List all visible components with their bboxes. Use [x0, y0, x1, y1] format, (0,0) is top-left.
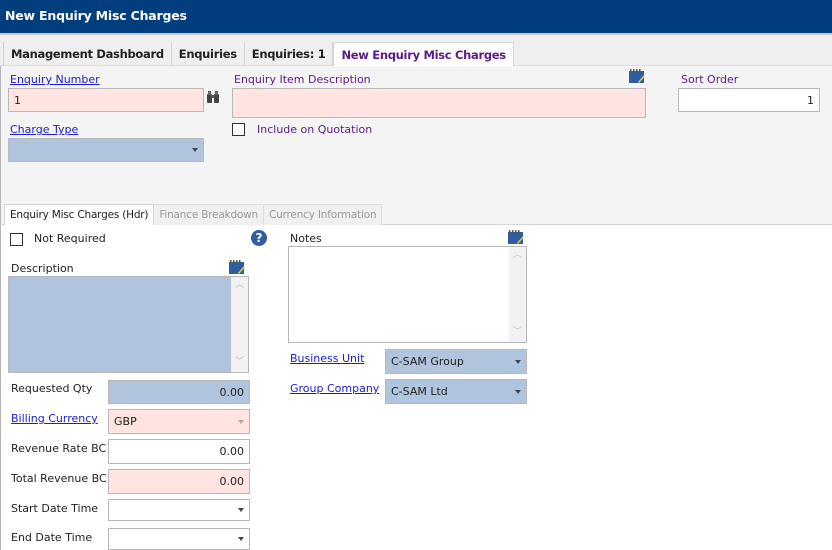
- end-date-time-label: End Date Time: [11, 531, 93, 544]
- revenue-rate-bc-label: Revenue Rate BC: [11, 442, 107, 455]
- total-revenue-bc-value: 0.00: [219, 475, 245, 488]
- group-company-label[interactable]: Group Company: [290, 382, 379, 395]
- notes-textarea[interactable]: ︿ ﹀: [288, 246, 527, 343]
- scroll-up-icon[interactable]: ︿: [235, 281, 244, 290]
- chevron-down-icon[interactable]: [238, 508, 244, 512]
- enquiry-item-description-field[interactable]: [232, 88, 646, 118]
- chevron-down-icon[interactable]: [238, 537, 244, 541]
- enquiry-number-value: 1: [14, 93, 21, 107]
- binoculars-icon[interactable]: [206, 90, 220, 104]
- start-date-time-picker[interactable]: [108, 499, 250, 521]
- header-form: Enquiry Number 1 Enquiry Item Descriptio…: [0, 66, 832, 203]
- sort-order-label: Sort Order: [681, 73, 739, 86]
- requested-qty-field[interactable]: 0.00: [108, 380, 250, 404]
- group-company-dropdown[interactable]: C-SAM Ltd: [385, 379, 527, 404]
- include-on-quotation-label: Include on Quotation: [257, 123, 373, 136]
- business-unit-dropdown[interactable]: C-SAM Group: [385, 349, 527, 374]
- chevron-down-icon: [192, 148, 198, 152]
- description-textarea[interactable]: ︿ ﹀: [8, 276, 249, 373]
- charge-type-dropdown[interactable]: [8, 138, 204, 162]
- billing-currency-value: GBP: [114, 415, 137, 428]
- start-date-time-label: Start Date Time: [11, 502, 99, 515]
- tab-enquiries[interactable]: Enquiries: [172, 42, 245, 67]
- notes-scrollbar[interactable]: ︿ ﹀: [509, 247, 526, 342]
- tab-enquiry-misc-charges-hdr[interactable]: Enquiry Misc Charges (Hdr): [4, 204, 155, 226]
- requested-qty-label: Requested Qty: [11, 382, 93, 395]
- billing-currency-label[interactable]: Billing Currency: [11, 412, 98, 425]
- detail-tab-strip: Enquiry Misc Charges (Hdr) Finance Break…: [0, 203, 832, 226]
- sort-order-value: 1: [807, 93, 814, 107]
- total-revenue-bc-label: Total Revenue BC: [11, 472, 107, 485]
- top-tab-strip: Management Dashboard Enquiries Enquiries…: [0, 33, 832, 68]
- detail-panel: Not Required ? Description ︿ ﹀ Requested…: [0, 225, 832, 550]
- window-title: New Enquiry Misc Charges: [0, 0, 832, 33]
- notes-label: Notes: [290, 232, 322, 245]
- enquiry-number-label[interactable]: Enquiry Number: [10, 73, 100, 86]
- billing-currency-dropdown[interactable]: GBP: [108, 409, 250, 434]
- charge-type-label[interactable]: Charge Type: [10, 123, 78, 136]
- tab-finance-breakdown[interactable]: Finance Breakdown: [154, 204, 265, 225]
- revenue-rate-bc-field[interactable]: 0.00: [108, 439, 250, 464]
- scroll-down-icon[interactable]: ﹀: [235, 358, 244, 367]
- scroll-up-icon[interactable]: ︿: [513, 251, 522, 260]
- sort-order-field[interactable]: 1: [678, 88, 820, 112]
- not-required-checkbox[interactable]: [10, 233, 23, 246]
- end-date-time-picker[interactable]: [108, 528, 250, 550]
- business-unit-value: C-SAM Group: [391, 355, 464, 368]
- tab-currency-information[interactable]: Currency Information: [264, 204, 383, 225]
- group-company-value: C-SAM Ltd: [391, 385, 448, 398]
- chevron-down-icon: [515, 359, 521, 364]
- chevron-down-icon: [238, 419, 244, 424]
- scroll-down-icon[interactable]: ﹀: [513, 328, 522, 337]
- enquiry-item-description-label: Enquiry Item Description: [234, 73, 371, 86]
- chevron-down-icon: [515, 389, 521, 394]
- enquiry-number-field[interactable]: 1: [8, 88, 204, 112]
- tab-management-dashboard[interactable]: Management Dashboard: [4, 42, 172, 67]
- notepad-edit-icon[interactable]: [229, 260, 245, 274]
- question-icon[interactable]: ?: [251, 230, 267, 246]
- business-unit-label[interactable]: Business Unit: [290, 352, 364, 365]
- description-label: Description: [11, 262, 74, 275]
- include-on-quotation-checkbox[interactable]: [232, 123, 245, 136]
- notepad-edit-icon[interactable]: [508, 230, 524, 244]
- revenue-rate-bc-value: 0.00: [219, 445, 245, 458]
- description-scrollbar[interactable]: ︿ ﹀: [231, 277, 248, 372]
- tab-enquiries-1[interactable]: Enquiries: 1: [245, 42, 334, 67]
- tab-new-enquiry-misc-charges[interactable]: New Enquiry Misc Charges: [333, 42, 514, 68]
- total-revenue-bc-field: 0.00: [108, 469, 250, 494]
- not-required-label: Not Required: [34, 232, 106, 245]
- notepad-edit-icon[interactable]: [629, 69, 645, 83]
- requested-qty-value: 0.00: [219, 385, 245, 399]
